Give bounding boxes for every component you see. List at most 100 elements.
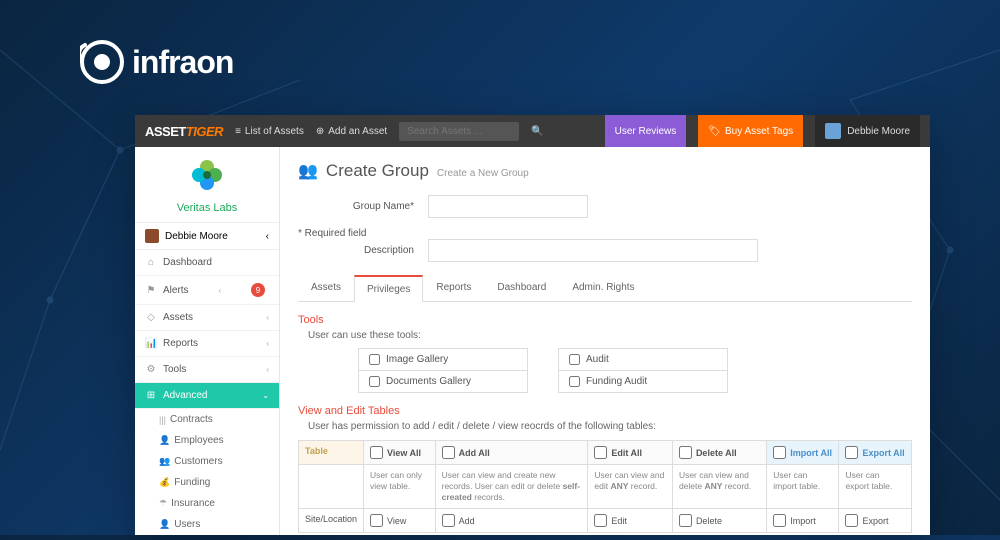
checkbox[interactable]: [845, 514, 858, 527]
nav-add-asset[interactable]: ⊕ Add an Asset: [316, 126, 387, 137]
checkbox[interactable]: [442, 514, 455, 527]
infraon-logo: infraon: [80, 40, 233, 84]
sidebar-item-reports[interactable]: 📊Reports‹: [135, 331, 279, 357]
perms-title: View and Edit Tables: [298, 405, 912, 417]
header-label: View All: [387, 448, 421, 458]
company-block: Veritas Labs: [135, 147, 279, 223]
brand-name: infraon: [132, 44, 233, 81]
checkbox[interactable]: [679, 446, 692, 459]
sidebar-item-alerts[interactable]: ⚑Alerts‹9: [135, 276, 279, 305]
tab-assets[interactable]: Assets: [298, 274, 354, 301]
contract-icon: |||: [159, 415, 166, 425]
sidebar-item-dashboard[interactable]: ⌂Dashboard: [135, 250, 279, 276]
user-menu[interactable]: Debbie Moore: [815, 115, 920, 147]
page-header: 👥 Create Group Create a New Group: [298, 161, 912, 181]
page-subtitle: Create a New Group: [437, 168, 529, 179]
sidebar-item-advanced[interactable]: ⊞Advanced⌄: [135, 383, 279, 409]
cell-view[interactable]: View: [370, 514, 429, 527]
cell-import[interactable]: Import: [773, 514, 832, 527]
cell-export[interactable]: Export: [845, 514, 905, 527]
infraon-eye-icon: [80, 40, 124, 84]
desc-cell: User can view and delete ANY record.: [672, 465, 766, 509]
col-import-all: Import All: [767, 441, 839, 465]
sub-label: Users: [174, 519, 200, 530]
checkbox[interactable]: [370, 514, 383, 527]
sub-label: Employees: [174, 435, 223, 446]
tools-desc: User can use these tools:: [298, 330, 912, 341]
sub-label: Contracts: [170, 414, 213, 425]
chevron-left-icon: ‹: [266, 365, 269, 374]
cell-edit[interactable]: Edit: [594, 514, 666, 527]
tool-image-gallery[interactable]: Image Gallery: [358, 348, 528, 371]
tab-admin-rights[interactable]: Admin. Rights: [559, 274, 647, 301]
chevron-left-icon: ‹: [266, 313, 269, 322]
user-avatar-icon: [825, 123, 841, 139]
chart-icon: 📊: [145, 338, 157, 349]
tool-label: Image Gallery: [386, 354, 448, 365]
sidebar: Veritas Labs Debbie Moore ‹ ⌂Dashboard ⚑…: [135, 147, 280, 535]
checkbox[interactable]: [369, 354, 380, 365]
desc-cell: User can view and edit ANY record.: [588, 465, 673, 509]
sidebar-item-assets[interactable]: ◇Assets‹: [135, 305, 279, 331]
perms-desc: User has permission to add / edit / dele…: [298, 421, 912, 432]
tab-dashboard[interactable]: Dashboard: [484, 274, 559, 301]
desc-cell: User can view and create new records. Us…: [435, 465, 588, 509]
sidebar-sub-contracts[interactable]: ||| Contracts: [135, 409, 279, 430]
tab-reports[interactable]: Reports: [423, 274, 484, 301]
sidebar-user[interactable]: Debbie Moore ‹: [135, 223, 279, 250]
checkbox[interactable]: [569, 354, 580, 365]
group-name-label: Group Name*: [298, 201, 428, 212]
search-icon[interactable]: 🔍: [531, 126, 543, 137]
checkbox[interactable]: [569, 376, 580, 387]
sidebar-sub-customers[interactable]: 👥Customers: [135, 451, 279, 472]
app-logo: ASSETTIGER: [145, 124, 223, 139]
chevron-left-icon: ‹: [266, 339, 269, 348]
desc-row: User can only view table. User can view …: [299, 465, 912, 509]
sidebar-sub-insurance[interactable]: ☂Insurance: [135, 493, 279, 514]
tool-audit[interactable]: Audit: [558, 348, 728, 371]
checkbox[interactable]: [773, 446, 786, 459]
col-edit-all: Edit All: [588, 441, 673, 465]
sidebar-sub-funding[interactable]: 💰Funding: [135, 472, 279, 493]
sidebar-item-tools[interactable]: ⚙Tools‹: [135, 357, 279, 383]
checkbox[interactable]: [773, 514, 786, 527]
logo-asset: ASSET: [145, 124, 186, 139]
cell-label: Edit: [611, 516, 627, 526]
checkbox[interactable]: [594, 446, 607, 459]
buy-asset-tags-button[interactable]: 🏷 Buy Asset Tags: [698, 115, 803, 147]
company-name: Veritas Labs: [143, 202, 271, 214]
col-table: Table: [299, 441, 364, 465]
perms-table: Table View All Add All Edit All Delete A…: [298, 440, 912, 533]
desc-cell: User can export table.: [839, 465, 912, 509]
user-name: Debbie Moore: [847, 126, 910, 137]
gear-icon: ⚙: [145, 364, 157, 375]
user-reviews-button[interactable]: User Reviews: [605, 115, 687, 147]
description-input[interactable]: [428, 239, 758, 262]
nav-list-assets[interactable]: ≡ List of Assets: [235, 126, 304, 137]
cell-delete[interactable]: Delete: [679, 514, 760, 527]
group-name-input[interactable]: [428, 195, 588, 218]
cell-add[interactable]: Add: [442, 514, 582, 527]
tool-documents-gallery[interactable]: Documents Gallery: [358, 370, 528, 393]
col-view-all: View All: [364, 441, 436, 465]
checkbox[interactable]: [679, 514, 692, 527]
sidebar-sub-users[interactable]: 👤Users: [135, 514, 279, 535]
header-label: Import All: [790, 448, 832, 458]
chevron-left-icon: ‹: [218, 286, 221, 295]
desc-cell: [299, 465, 364, 509]
header-label: Edit All: [611, 448, 642, 458]
app-window: ASSETTIGER ≡ List of Assets ⊕ Add an Ass…: [135, 115, 930, 535]
tool-funding-audit[interactable]: Funding Audit: [558, 370, 728, 393]
buy-tags-label: Buy Asset Tags: [725, 126, 793, 137]
checkbox[interactable]: [370, 446, 383, 459]
checkbox[interactable]: [442, 446, 455, 459]
group-icon: 👥: [298, 161, 318, 181]
checkbox[interactable]: [845, 446, 858, 459]
search-input[interactable]: [399, 122, 519, 141]
checkbox[interactable]: [369, 376, 380, 387]
nav-label: Assets: [163, 312, 193, 323]
checkbox[interactable]: [594, 514, 607, 527]
sidebar-sub-employees[interactable]: 👤Employees: [135, 430, 279, 451]
tab-privileges[interactable]: Privileges: [354, 275, 423, 302]
main-content: 👥 Create Group Create a New Group Group …: [280, 147, 930, 535]
